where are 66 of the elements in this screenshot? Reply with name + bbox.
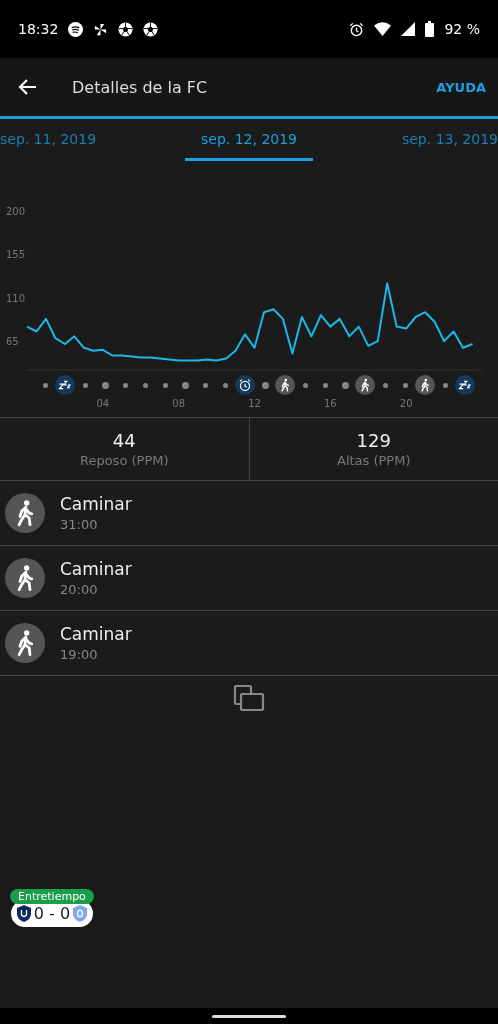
match-score: 0 - 0 — [33, 904, 71, 923]
timeline-dot — [402, 382, 408, 388]
stat-value: 129 — [356, 430, 391, 451]
shield-icon — [73, 905, 88, 922]
walking-person-icon — [275, 374, 295, 396]
y-axis-label: 155 — [6, 249, 26, 261]
walking-person-icon — [5, 623, 45, 663]
timeline-dot — [122, 382, 128, 388]
timeline-dot — [442, 382, 448, 388]
activity-name: Caminar — [60, 559, 132, 579]
shield-icon — [16, 905, 31, 922]
status-time: 18:32 — [18, 21, 59, 37]
x-axis-label: 16 — [323, 398, 337, 409]
x-axis-label: 12 — [248, 398, 261, 409]
signal-icon — [401, 22, 416, 36]
activity-duration: 19:00 — [60, 647, 99, 662]
x-axis-label: 08 — [172, 398, 186, 409]
stat-label: Altas (PPM) — [337, 453, 411, 468]
timeline-dot — [341, 381, 349, 389]
timeline-dot — [42, 382, 48, 388]
activity-name: Caminar — [60, 624, 132, 644]
y-axis-label: 200 — [6, 206, 26, 217]
walking-person-icon — [5, 493, 45, 533]
activity-name: Caminar — [60, 494, 132, 514]
activity-duration: 31:00 — [60, 517, 99, 532]
timeline-dot — [261, 381, 269, 389]
timeline-dot — [302, 382, 308, 388]
home-indicator[interactable] — [212, 1014, 286, 1018]
battery-icon — [425, 21, 435, 37]
timeline-dot — [162, 382, 168, 388]
x-axis-label: 20 — [399, 398, 413, 409]
y-axis-label: 110 — [6, 292, 26, 304]
alarm-clock-icon — [235, 374, 255, 396]
sleep-icon — [455, 374, 475, 396]
timeline-dot — [222, 382, 228, 388]
soccer-ball-icon — [143, 21, 159, 37]
timeline-dot — [382, 382, 388, 388]
activity-duration: 20:00 — [60, 582, 99, 597]
y-axis-label: 65 — [6, 336, 19, 348]
wifi-icon — [374, 22, 392, 36]
timeline-dot — [142, 382, 148, 388]
alarm-clock-icon — [349, 21, 365, 37]
walking-person-icon — [5, 558, 45, 598]
date-tab[interactable]: sep. 13, 2019 — [385, 119, 498, 161]
stat-label: Reposo (PPM) — [79, 453, 169, 468]
timeline-dot — [322, 382, 328, 388]
music-app-icon — [68, 21, 84, 37]
help-link[interactable]: AYUDA — [436, 79, 486, 95]
timeline-dot — [82, 382, 88, 388]
timeline-dot — [202, 382, 208, 388]
date-tab[interactable]: sep. 11, 2019 — [0, 119, 113, 161]
x-axis-label: 04 — [96, 398, 110, 409]
screen-title: Detalles de la FC — [72, 77, 209, 97]
timeline-dot — [101, 381, 109, 389]
stat-value: 44 — [112, 430, 136, 451]
back-arrow-icon[interactable] — [18, 77, 38, 97]
date-tab[interactable]: sep. 12, 2019 — [184, 119, 313, 161]
walking-person-icon — [355, 374, 375, 396]
soccer-ball-icon — [118, 21, 134, 37]
pinwheel-icon — [93, 21, 109, 37]
timeline-dot — [181, 381, 189, 389]
copy-icon[interactable] — [233, 684, 265, 712]
battery-level: 92 % — [444, 21, 480, 37]
walking-person-icon — [415, 374, 435, 396]
match-status-badge: Entretiempo — [10, 889, 94, 904]
sleep-icon — [55, 374, 75, 396]
